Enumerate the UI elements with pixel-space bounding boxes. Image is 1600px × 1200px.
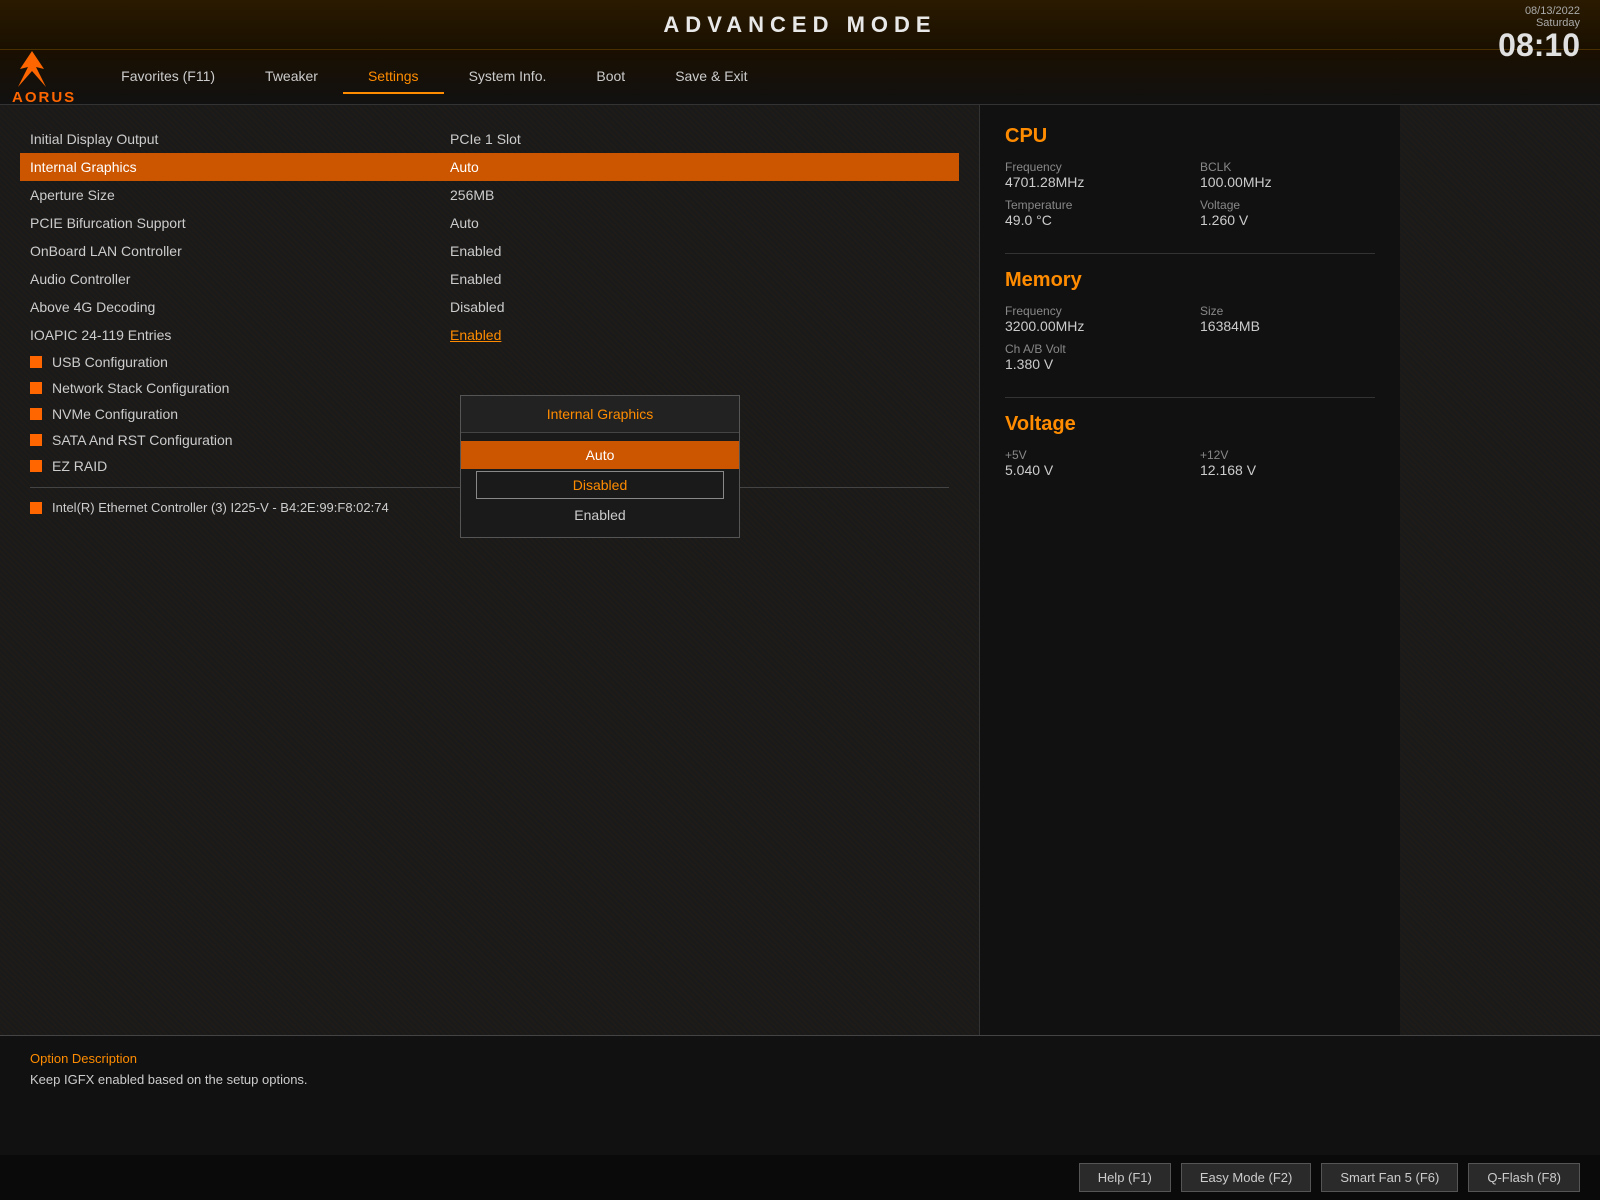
setting-row-initial-display[interactable]: Initial Display Output PCIe 1 Slot xyxy=(30,125,949,153)
cpu-title: CPU xyxy=(1005,125,1375,148)
nav-tweaker[interactable]: Tweaker xyxy=(240,60,343,94)
option-desc-text: Keep IGFX enabled based on the setup opt… xyxy=(30,1072,1570,1087)
dropdown-option-enabled[interactable]: Enabled xyxy=(461,501,739,529)
cpu-section: CPU Frequency 4701.28MHz BCLK 100.00MHz … xyxy=(1005,125,1375,228)
help-button[interactable]: Help (F1) xyxy=(1079,1163,1171,1192)
voltage-title: Voltage xyxy=(1005,413,1375,436)
plus5v-label: +5V xyxy=(1005,448,1180,462)
qflash-button[interactable]: Q-Flash (F8) xyxy=(1468,1163,1580,1192)
bullet-icon xyxy=(30,408,42,420)
memory-chavolt-label: Ch A/B Volt xyxy=(1005,342,1375,356)
falcon-icon xyxy=(10,49,55,89)
memory-title: Memory xyxy=(1005,269,1375,292)
setting-row-ioapic[interactable]: IOAPIC 24-119 Entries Enabled xyxy=(30,321,949,349)
date-display: 08/13/2022 Saturday xyxy=(1498,5,1580,29)
memory-freq-label: Frequency xyxy=(1005,304,1180,318)
bullet-icon xyxy=(30,356,42,368)
bullet-icon xyxy=(30,502,42,514)
nav-settings[interactable]: Settings xyxy=(343,60,444,94)
bullet-icon xyxy=(30,460,42,472)
cpu-frequency-value: 4701.28MHz xyxy=(1005,174,1180,190)
setting-row-onboard-lan[interactable]: OnBoard LAN Controller Enabled xyxy=(30,237,949,265)
cpu-grid: Frequency 4701.28MHz BCLK 100.00MHz Temp… xyxy=(1005,160,1375,228)
option-desc-label: Option Description xyxy=(30,1051,1570,1066)
setting-row-above4g[interactable]: Above 4G Decoding Disabled xyxy=(30,293,949,321)
nav-favorites[interactable]: Favorites (F11) xyxy=(96,60,240,94)
setting-row-aperture[interactable]: Aperture Size 256MB xyxy=(30,181,949,209)
page-title: ADVANCED MODE xyxy=(663,12,936,38)
setting-row-audio[interactable]: Audio Controller Enabled xyxy=(30,265,949,293)
brand-text: AORUS xyxy=(12,89,76,106)
setting-row-pcie-bif[interactable]: PCIE Bifurcation Support Auto xyxy=(30,209,949,237)
main-nav: Favorites (F11) Tweaker Settings System … xyxy=(96,60,1590,94)
voltage-grid: +5V 5.040 V +12V 12.168 V xyxy=(1005,448,1375,478)
easy-mode-button[interactable]: Easy Mode (F2) xyxy=(1181,1163,1311,1192)
header: ADVANCED MODE 08/13/2022 Saturday 08:10 xyxy=(0,0,1600,50)
main-content: Initial Display Output PCIe 1 Slot Inter… xyxy=(0,105,1600,1035)
plus5v-value: 5.040 V xyxy=(1005,462,1180,478)
memory-section: Memory Frequency 3200.00MHz Size 16384MB… xyxy=(1005,269,1375,372)
memory-grid: Frequency 3200.00MHz Size 16384MB Ch A/B… xyxy=(1005,304,1375,372)
smart-fan-button[interactable]: Smart Fan 5 (F6) xyxy=(1321,1163,1458,1192)
cpu-voltage-label: Voltage xyxy=(1200,198,1375,212)
left-panel: Initial Display Output PCIe 1 Slot Inter… xyxy=(0,105,980,1035)
navbar: AORUS Favorites (F11) Tweaker Settings S… xyxy=(0,50,1600,105)
memory-chavolt-value: 1.380 V xyxy=(1005,356,1375,372)
cpu-temp-value: 49.0 °C xyxy=(1005,212,1180,228)
memory-size-label: Size xyxy=(1200,304,1375,318)
dropdown-option-disabled[interactable]: Disabled xyxy=(476,471,724,499)
plus12v-label: +12V xyxy=(1200,448,1375,462)
nav-boot[interactable]: Boot xyxy=(571,60,650,94)
memory-freq-value: 3200.00MHz xyxy=(1005,318,1180,334)
aorus-logo: AORUS xyxy=(10,49,76,106)
bottom-section: Option Description Keep IGFX enabled bas… xyxy=(0,1035,1600,1155)
bullet-icon xyxy=(30,382,42,394)
cpu-frequency-label: Frequency xyxy=(1005,160,1180,174)
cpu-temp-label: Temperature xyxy=(1005,198,1180,212)
memory-size-value: 16384MB xyxy=(1200,318,1375,334)
right-panel: CPU Frequency 4701.28MHz BCLK 100.00MHz … xyxy=(980,105,1400,1035)
cpu-bclk-label: BCLK xyxy=(1200,160,1375,174)
dropdown-option-auto[interactable]: Auto xyxy=(461,441,739,469)
setting-row-internal-graphics[interactable]: Internal Graphics Auto xyxy=(20,153,959,181)
datetime-area: 08/13/2022 Saturday 08:10 xyxy=(1498,5,1580,61)
cpu-bclk-value: 100.00MHz xyxy=(1200,174,1375,190)
voltage-section: Voltage +5V 5.040 V +12V 12.168 V xyxy=(1005,413,1375,478)
sub-usb-config[interactable]: USB Configuration xyxy=(30,349,949,375)
cpu-voltage-value: 1.260 V xyxy=(1200,212,1375,228)
internal-graphics-dropdown[interactable]: Internal Graphics Auto Disabled Enabled xyxy=(460,395,740,538)
nav-sysinfo[interactable]: System Info. xyxy=(444,60,572,94)
dropdown-title: Internal Graphics xyxy=(461,396,739,433)
bullet-icon xyxy=(30,434,42,446)
dropdown-options: Auto Disabled Enabled xyxy=(461,433,739,537)
time-display: 08:10 xyxy=(1498,29,1580,61)
plus12v-value: 12.168 V xyxy=(1200,462,1375,478)
nav-saveexit[interactable]: Save & Exit xyxy=(650,60,772,94)
footer: Help (F1) Easy Mode (F2) Smart Fan 5 (F6… xyxy=(0,1155,1600,1200)
